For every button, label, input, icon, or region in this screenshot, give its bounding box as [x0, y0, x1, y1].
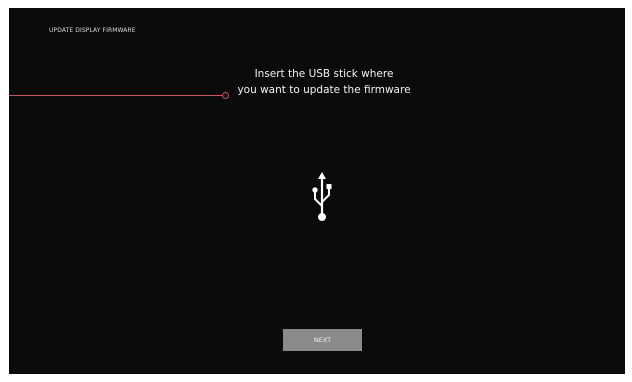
screen-title: UPDATE DISPLAY FIRMWARE — [49, 27, 136, 34]
usb-icon — [312, 172, 332, 221]
instruction-text: Insert the USB stick where you want to u… — [209, 66, 439, 98]
callout-dot — [222, 92, 229, 99]
instruction-line-2: you want to update the firmware — [237, 84, 411, 96]
firmware-update-screen: UPDATE DISPLAY FIRMWARE Insert the USB s… — [9, 8, 625, 374]
instruction-line-1: Insert the USB stick where — [254, 68, 394, 80]
next-button[interactable]: NEXT — [283, 329, 362, 351]
callout-line — [9, 95, 225, 96]
